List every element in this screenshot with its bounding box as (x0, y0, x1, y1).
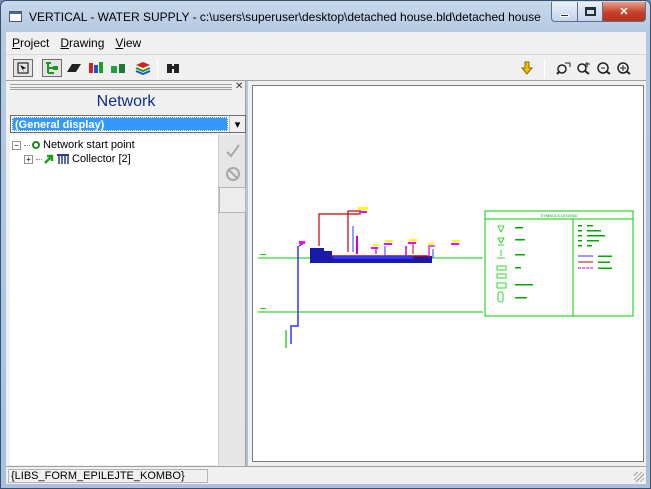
menu-view-label: iew (123, 36, 142, 50)
zoom-extents-icon (617, 62, 631, 75)
zoom-extents-button[interactable] (614, 59, 634, 77)
fixture-button[interactable] (108, 59, 128, 77)
chevron-down-icon: ▾ (234, 118, 241, 131)
panel-title: Network (96, 93, 156, 110)
toolbar (6, 54, 646, 81)
select-icon (17, 62, 29, 74)
pipe-button[interactable] (64, 59, 84, 77)
collector-header (324, 251, 332, 257)
menu-drawing-label: rawing (69, 36, 105, 50)
status-bar: {LIBS_FORM_EPILEJTE_KOMBO} (6, 466, 646, 484)
menu-project[interactable]: Project (6, 36, 54, 50)
tree-connector (24, 144, 30, 146)
side-blank-button[interactable] (219, 187, 246, 213)
cancel-button[interactable] (221, 162, 245, 186)
drawing-svg: ▬▬ ▬▬ SYMBOLS LEGEND (258, 207, 634, 348)
supply-riser (290, 246, 299, 344)
maximize-icon (584, 7, 596, 16)
display-combo[interactable]: (General display) ▾ (10, 115, 246, 133)
fixture-markers (299, 211, 459, 249)
valve-icon (89, 62, 103, 73)
find-button[interactable] (163, 59, 183, 77)
window-title: VERTICAL - WATER SUPPLY - c:\users\super… (29, 10, 541, 24)
hot-water-branch (318, 213, 361, 246)
combo-dropdown-button[interactable]: ▾ (229, 116, 245, 132)
zoom-window-icon (556, 62, 571, 75)
app-icon[interactable] (9, 11, 22, 22)
close-icon: ✕ (619, 6, 629, 18)
hot-water-branch (347, 210, 361, 252)
layers-button[interactable] (133, 59, 153, 77)
collector-icon (57, 154, 69, 164)
select-button[interactable] (13, 59, 33, 77)
title-bar[interactable]: VERTICAL - WATER SUPPLY - c:\users\super… (1, 1, 650, 31)
drawing-frame: ▬▬ ▬▬ SYMBOLS LEGEND (248, 81, 646, 466)
menu-project-label: roject (20, 36, 50, 50)
network-tree: − Network start point + Collector [2] (10, 135, 218, 465)
collector-header (310, 248, 324, 257)
tree-item-label: Network start point (43, 139, 135, 151)
collector-arrow-icon (44, 154, 54, 164)
download-button[interactable] (517, 59, 537, 77)
layers-icon (135, 62, 151, 75)
network-tree-button[interactable] (42, 59, 62, 77)
combo-selected-value: (General display) (12, 117, 228, 131)
tree-item-network-start[interactable]: − Network start point (12, 138, 135, 152)
network-panel: ✕ Network (General display) ▾ − Network … (6, 81, 246, 466)
zoom-in-button[interactable] (574, 59, 594, 77)
menu-drawing-mnemonic: D (60, 36, 70, 50)
tree-item-label: Collector [2] (72, 153, 131, 165)
level-label-mark: ▬▬ (260, 252, 266, 256)
valve-button[interactable] (86, 59, 106, 77)
toolbar-separator (37, 59, 38, 78)
minimize-button[interactable] (551, 2, 578, 22)
toolbar-separator (544, 59, 545, 78)
app-window: VERTICAL - WATER SUPPLY - c:\users\super… (0, 0, 651, 489)
symbols-legend: SYMBOLS LEGEND (484, 210, 634, 317)
fixture-labels (358, 207, 460, 246)
zoom-in-icon (577, 62, 590, 75)
zoom-window-button[interactable] (554, 59, 574, 77)
tree-connector (36, 158, 42, 160)
close-button[interactable]: ✕ (602, 2, 646, 22)
tree-item-collector[interactable]: + Collector [2] (24, 152, 131, 166)
minimize-icon (560, 14, 569, 17)
fixture-icon (111, 64, 125, 73)
menu-view[interactable]: View (109, 36, 146, 50)
apply-check-icon (226, 144, 240, 158)
menu-bar: Project Drawing View (6, 32, 646, 54)
tree-expander-collapse[interactable]: − (12, 140, 21, 150)
download-arrow-icon (521, 61, 533, 75)
tree-expander-expand[interactable]: + (24, 154, 33, 164)
toolbar-separator (157, 59, 158, 78)
pipe-icon (67, 64, 81, 72)
network-start-icon (32, 141, 40, 149)
cold-water-main (333, 256, 413, 259)
network-tree-icon (46, 62, 58, 74)
panel-side-toolbar (218, 135, 246, 465)
resize-grip[interactable] (634, 472, 644, 482)
panel-close-button[interactable]: ✕ (235, 81, 243, 92)
binoculars-icon (167, 64, 179, 73)
menu-project-mnemonic: P (12, 36, 21, 50)
zoom-out-icon (597, 62, 611, 75)
legend-title: SYMBOLS LEGEND (541, 213, 578, 218)
status-text: {LIBS_FORM_EPILEJTE_KOMBO} (8, 469, 208, 483)
level-label-mark: ▬▬ (260, 306, 266, 310)
panel-grip[interactable] (10, 84, 232, 90)
zoom-out-button[interactable] (594, 59, 614, 77)
drawing-canvas[interactable]: ▬▬ ▬▬ SYMBOLS LEGEND (252, 85, 644, 462)
maximize-button[interactable] (577, 2, 603, 22)
menu-drawing[interactable]: Drawing (54, 36, 109, 50)
cancel-circle-icon (226, 167, 240, 181)
apply-button[interactable] (221, 139, 245, 163)
